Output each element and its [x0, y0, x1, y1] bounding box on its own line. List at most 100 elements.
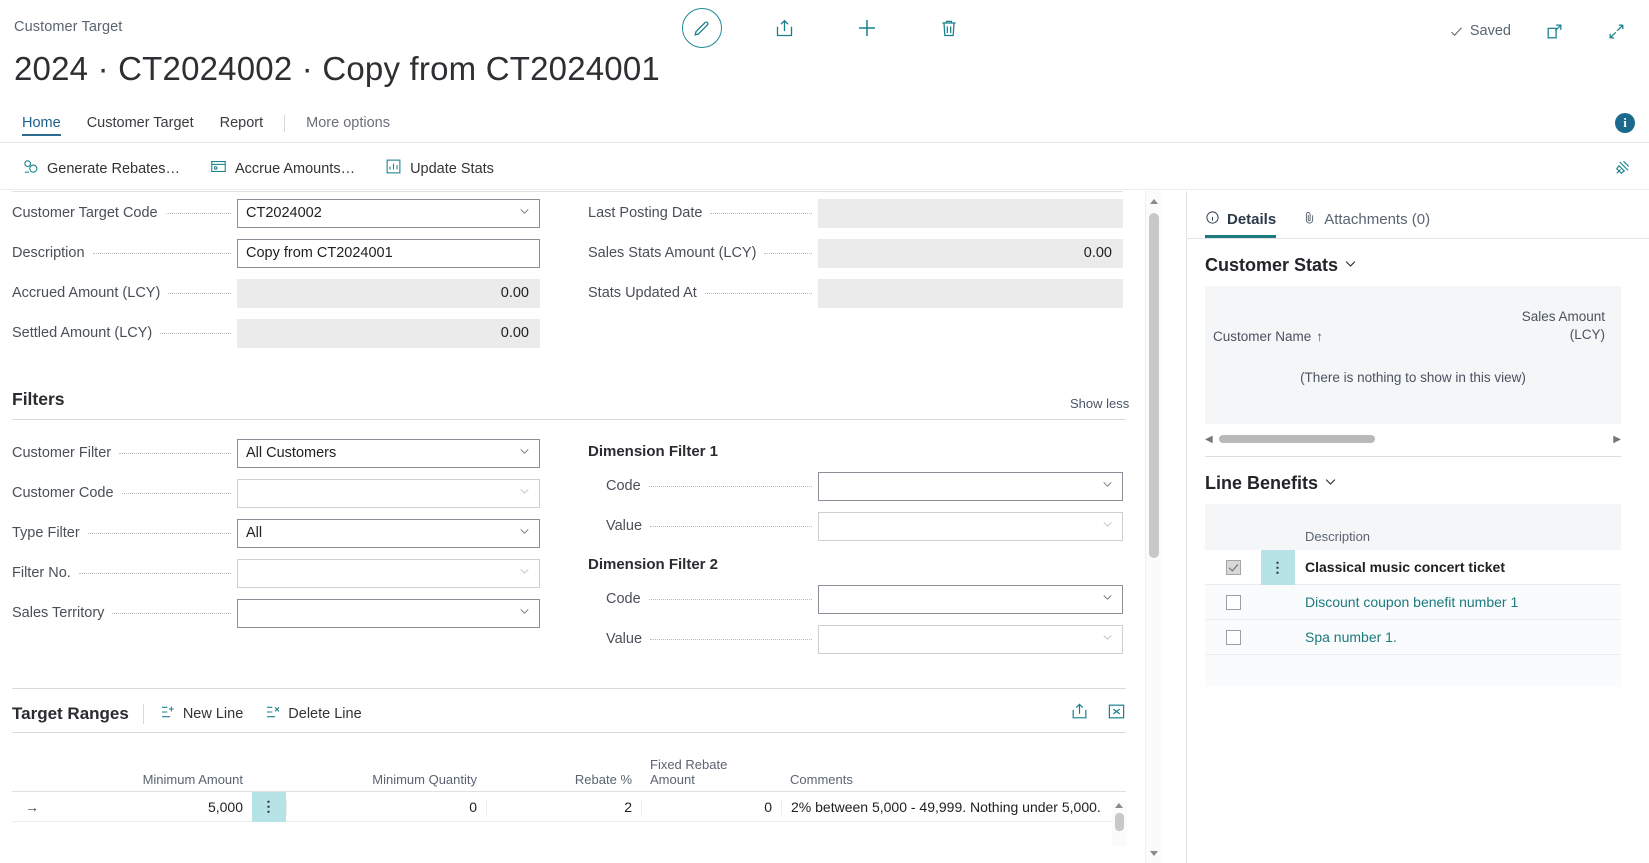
scroll-up-arrow-icon[interactable]: [1146, 193, 1162, 209]
settled-amount-value-field[interactable]: 0.00: [237, 318, 540, 348]
col-rebate-pct[interactable]: Rebate %: [486, 761, 641, 791]
scroll-down-arrow-icon[interactable]: [1146, 845, 1162, 861]
scroll-up-arrow-icon[interactable]: [1115, 803, 1123, 808]
table-row[interactable]: → 5,000 ⋮ 0 2 0 2% between 5,000 - 49,99…: [12, 791, 1126, 822]
col-minimum-quantity[interactable]: Minimum Quantity: [286, 761, 486, 791]
customer-stats-horizontal-scrollbar[interactable]: ◀ ▶: [1205, 432, 1621, 446]
more-options-button[interactable]: More options: [293, 116, 403, 137]
list-item-label[interactable]: Discount coupon benefit number 1: [1295, 594, 1518, 610]
col-customer-name[interactable]: Customer Name: [1213, 329, 1311, 344]
cell-minimum-amount[interactable]: 5,000: [52, 799, 252, 815]
customer-target-code-input[interactable]: CT2024002: [237, 198, 540, 228]
scroll-left-arrow-icon[interactable]: ◀: [1205, 434, 1213, 445]
open-in-new-window-icon[interactable]: [1535, 12, 1573, 50]
chevron-down-icon[interactable]: [1101, 591, 1114, 608]
open-in-excel-icon[interactable]: [1107, 702, 1126, 726]
customer-code-input[interactable]: [237, 478, 540, 508]
customer-stats-section-header[interactable]: Customer Stats: [1187, 239, 1649, 286]
sort-ascending-icon[interactable]: ↑: [1316, 329, 1323, 344]
row-checkbox[interactable]: [1205, 559, 1261, 575]
checkbox-icon[interactable]: [1225, 594, 1241, 610]
tab-report[interactable]: Report: [207, 116, 277, 137]
dim1-value-input[interactable]: [818, 511, 1123, 541]
delete-line-button[interactable]: Delete Line: [265, 704, 362, 724]
line-benefits-section-header[interactable]: Line Benefits: [1187, 457, 1649, 504]
customer-filter-input[interactable]: All Customers: [237, 438, 540, 468]
row-menu-icon[interactable]: [1261, 585, 1295, 620]
plus-icon[interactable]: [848, 9, 886, 47]
sales-stats-amount-value-field[interactable]: 0.00: [818, 238, 1123, 268]
dotted-leader: [87, 533, 231, 534]
last-posting-date-value-field[interactable]: [818, 198, 1123, 228]
row-menu-icon[interactable]: ⋮: [252, 791, 286, 822]
dim2-value-input[interactable]: [818, 624, 1123, 654]
checkbox-checked-icon[interactable]: [1225, 559, 1241, 575]
dotted-leader: [704, 293, 812, 294]
list-item-label[interactable]: Spa number 1.: [1295, 629, 1397, 645]
trash-icon[interactable]: [930, 9, 968, 47]
dim1-code-input[interactable]: [818, 471, 1123, 501]
field-sales-stats-amount: Sales Stats Amount (LCY) 0.00: [588, 233, 1126, 273]
list-item[interactable]: Discount coupon benefit number 1: [1205, 585, 1621, 620]
stats-updated-at-value-field[interactable]: [818, 278, 1123, 308]
scroll-thumb[interactable]: [1149, 213, 1159, 558]
accrued-amount-value-field[interactable]: 0.00: [237, 278, 540, 308]
cell-rebate-pct[interactable]: 2: [486, 798, 641, 815]
list-item[interactable]: ⋮ Classical music concert ticket: [1205, 549, 1621, 585]
chevron-down-icon[interactable]: [1101, 518, 1114, 535]
grid-scrollbar[interactable]: [1112, 801, 1127, 846]
filter-no-input[interactable]: [237, 558, 540, 588]
dim2-code-input[interactable]: [818, 584, 1123, 614]
chevron-down-icon[interactable]: [518, 565, 531, 582]
chevron-down-icon[interactable]: [1343, 255, 1358, 276]
checkbox-icon[interactable]: [1225, 629, 1241, 645]
scroll-right-arrow-icon[interactable]: ▶: [1613, 434, 1621, 445]
pencil-icon[interactable]: [681, 8, 722, 48]
hscroll-thumb[interactable]: [1218, 435, 1375, 443]
breadcrumb[interactable]: Customer Target: [14, 19, 122, 35]
collapse-icon[interactable]: [1597, 12, 1635, 50]
share-icon[interactable]: [1070, 702, 1089, 726]
pin-icon[interactable]: [1613, 159, 1631, 182]
accrue-amounts-button[interactable]: Accrue Amounts…: [210, 158, 355, 179]
chevron-down-icon[interactable]: [1101, 478, 1114, 495]
info-icon[interactable]: i: [1615, 113, 1635, 133]
row-checkbox[interactable]: [1205, 629, 1261, 645]
type-filter-input[interactable]: All: [237, 518, 540, 548]
col-comments[interactable]: Comments: [781, 761, 1126, 791]
chevron-down-icon[interactable]: [518, 205, 531, 222]
cell-fixed-rebate-amount[interactable]: 0: [641, 798, 781, 815]
hscroll-track[interactable]: [1218, 435, 1608, 443]
cell-minimum-quantity[interactable]: 0: [286, 798, 486, 815]
tab-details[interactable]: Details: [1205, 205, 1277, 238]
chevron-down-icon[interactable]: [518, 525, 531, 542]
grid-scroll-thumb[interactable]: [1115, 813, 1124, 831]
cell-comments[interactable]: 2% between 5,000 - 49,999. Nothing under…: [781, 798, 1126, 815]
row-menu-icon[interactable]: [1261, 620, 1295, 655]
generate-rebates-button[interactable]: Generate Rebates…: [22, 158, 180, 179]
tab-attachments[interactable]: Attachments (0): [1302, 205, 1430, 238]
chevron-down-icon[interactable]: [1101, 631, 1114, 648]
new-line-button[interactable]: New Line: [160, 704, 243, 724]
show-less-link[interactable]: Show less: [1070, 396, 1129, 411]
list-item[interactable]: Spa number 1.: [1205, 620, 1621, 655]
chevron-down-icon[interactable]: [1323, 473, 1338, 494]
tab-customer-target[interactable]: Customer Target: [74, 116, 207, 137]
row-checkbox[interactable]: [1205, 594, 1261, 610]
description-input[interactable]: Copy from CT2024001: [237, 238, 540, 268]
share-icon[interactable]: [766, 9, 804, 47]
update-stats-button[interactable]: Update Stats: [385, 158, 494, 179]
col-description[interactable]: Description: [1295, 529, 1370, 544]
col-sales-amount[interactable]: Sales Amount (LCY): [1522, 308, 1605, 344]
label-description: Description: [12, 245, 237, 261]
chevron-down-icon[interactable]: [518, 445, 531, 462]
chevron-down-icon[interactable]: [518, 605, 531, 622]
main-vertical-scrollbar[interactable]: [1145, 191, 1161, 863]
tab-home[interactable]: Home: [16, 116, 74, 137]
list-item-label: Classical music concert ticket: [1305, 559, 1505, 575]
col-minimum-amount[interactable]: Minimum Amount: [52, 761, 252, 791]
chevron-down-icon[interactable]: [518, 485, 531, 502]
sales-territory-input[interactable]: [237, 598, 540, 628]
col-fixed-rebate-amount[interactable]: Fixed Rebate Amount: [641, 757, 781, 791]
row-menu-icon[interactable]: ⋮: [1261, 549, 1295, 585]
